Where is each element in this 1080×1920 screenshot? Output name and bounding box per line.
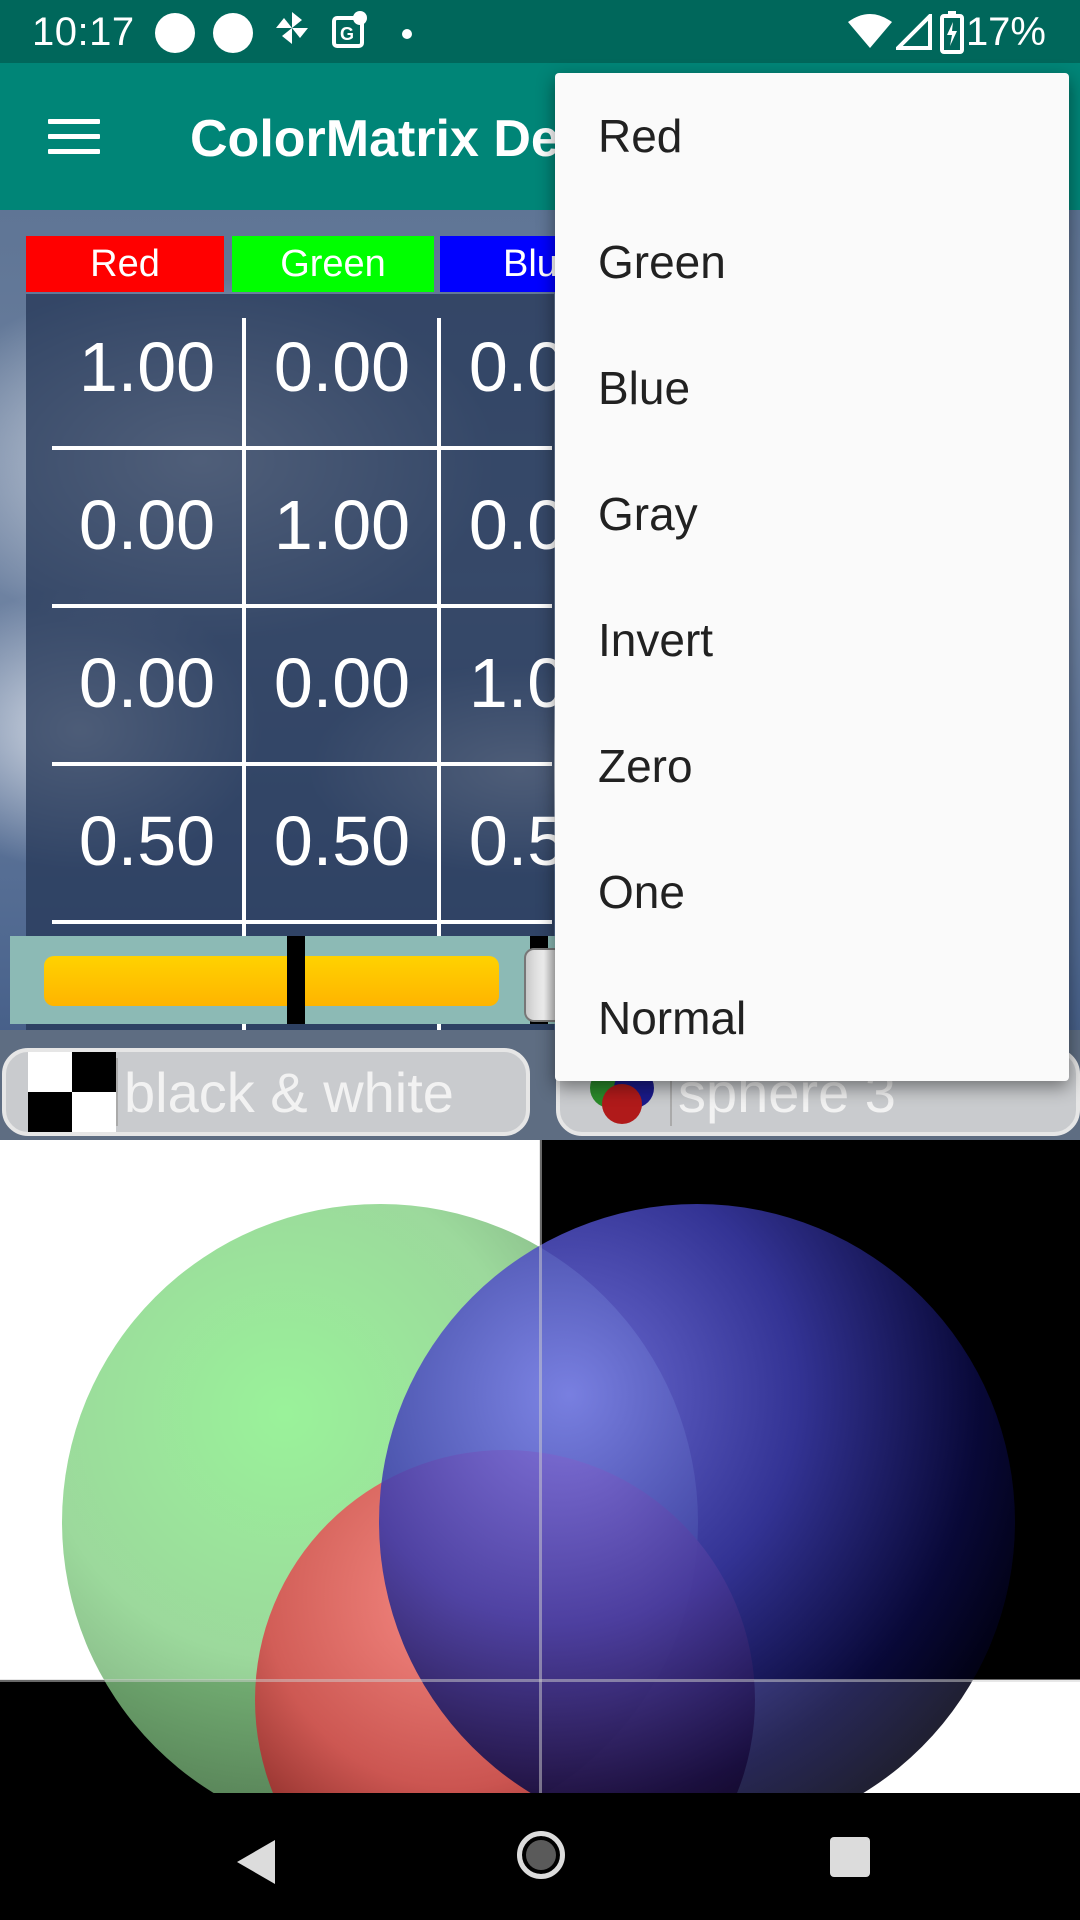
checker-edge bbox=[0, 1679, 1080, 1682]
grid-divider bbox=[52, 762, 552, 766]
grid-divider bbox=[52, 446, 552, 450]
menu-item-red[interactable]: Red bbox=[555, 73, 1069, 199]
menu-item-blue[interactable]: Blue bbox=[555, 325, 1069, 451]
battery-charging-icon bbox=[940, 11, 964, 54]
matrix-cell[interactable]: 1.00 bbox=[52, 312, 242, 462]
grid-divider bbox=[52, 920, 552, 924]
selector-divider bbox=[116, 1058, 118, 1126]
home-icon[interactable] bbox=[517, 1831, 565, 1879]
slider-tick-mark bbox=[287, 936, 305, 1024]
grid-divider bbox=[52, 604, 552, 608]
navigation-bar bbox=[0, 1793, 1080, 1920]
checkerboard-icon bbox=[28, 1052, 116, 1132]
notification-dot-icon bbox=[213, 13, 253, 53]
notification-dot-icon bbox=[155, 13, 195, 53]
back-icon[interactable] bbox=[237, 1840, 275, 1884]
svg-text:G: G bbox=[340, 24, 354, 44]
menu-item-gray[interactable]: Gray bbox=[555, 451, 1069, 577]
status-bar: 10:17 G 17% bbox=[0, 0, 1080, 63]
preview-image bbox=[0, 1140, 1080, 1793]
menu-item-normal[interactable]: Normal bbox=[555, 955, 1069, 1081]
more-notifications-dot-icon bbox=[402, 29, 412, 39]
recents-icon[interactable] bbox=[830, 1837, 870, 1877]
matrix-cell[interactable]: 1.00 bbox=[247, 470, 437, 620]
menu-hamburger-icon[interactable] bbox=[48, 119, 100, 155]
preview-canvas bbox=[0, 1140, 1080, 1793]
menu-item-invert[interactable]: Invert bbox=[555, 577, 1069, 703]
matrix-cell[interactable]: 0.00 bbox=[247, 628, 437, 778]
checker-edge bbox=[539, 1140, 542, 1793]
battery-percentage: 17% bbox=[965, 10, 1046, 54]
pattern-label: black & white bbox=[124, 1061, 454, 1124]
matrix-cell[interactable]: 0.00 bbox=[247, 312, 437, 462]
preset-dropdown-menu: Red Green Blue Gray Invert Zero One Norm… bbox=[555, 73, 1069, 1081]
channel-header-green[interactable]: Green bbox=[232, 236, 434, 292]
matrix-cell[interactable]: 0.00 bbox=[52, 470, 242, 620]
menu-item-green[interactable]: Green bbox=[555, 199, 1069, 325]
slider-fill bbox=[44, 956, 499, 1006]
pinwheel-icon bbox=[276, 12, 308, 44]
matrix-cell[interactable]: 0.50 bbox=[247, 786, 437, 936]
cell-signal-icon bbox=[896, 14, 932, 50]
pattern-selector[interactable]: black & white bbox=[2, 1048, 530, 1136]
channel-header-red[interactable]: Red bbox=[26, 236, 224, 292]
maps-icon: G bbox=[332, 11, 367, 48]
matrix-cell[interactable]: 0.50 bbox=[52, 786, 242, 936]
wifi-icon bbox=[848, 14, 892, 48]
menu-item-one[interactable]: One bbox=[555, 829, 1069, 955]
status-time: 10:17 bbox=[32, 10, 135, 54]
matrix-cell[interactable]: 0.00 bbox=[52, 628, 242, 778]
menu-item-zero[interactable]: Zero bbox=[555, 703, 1069, 829]
